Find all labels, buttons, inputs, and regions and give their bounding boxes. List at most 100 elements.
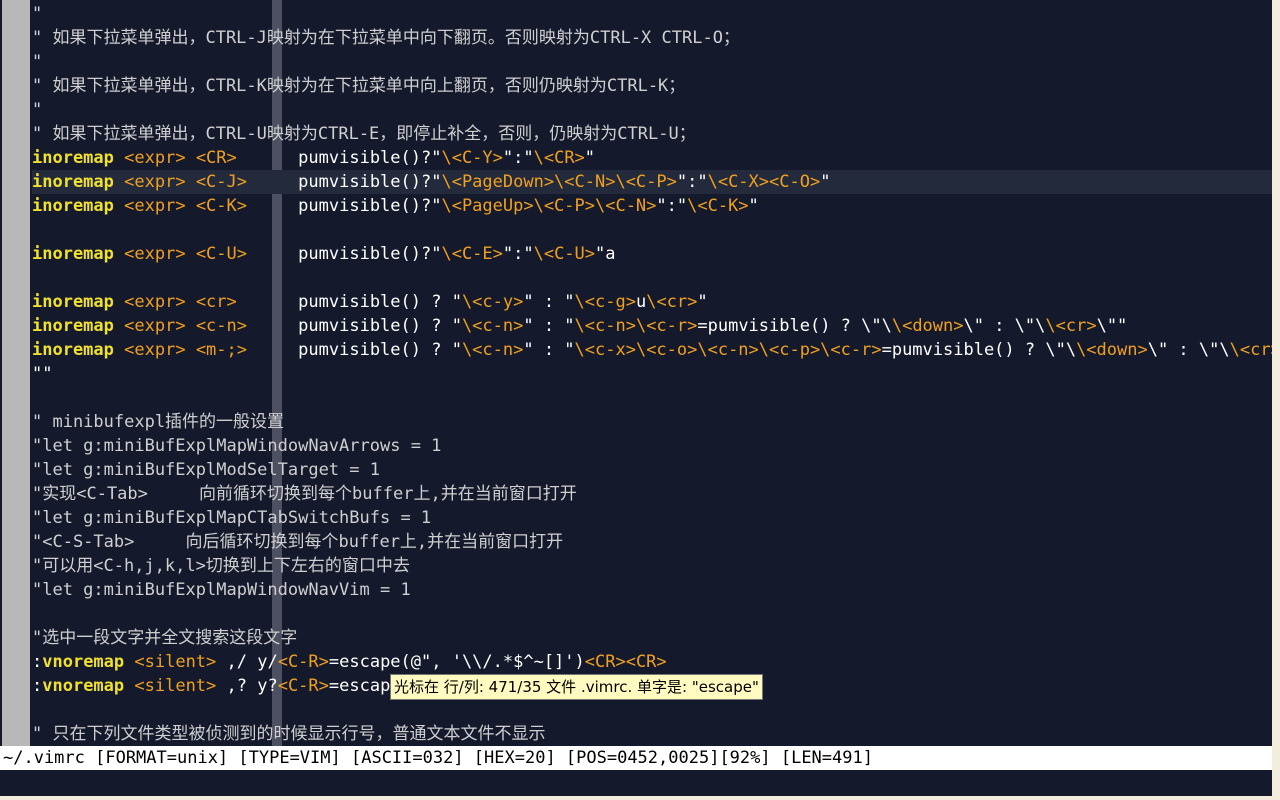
code-token: "<C-S-Tab> 向后循环切换到每个buffer上,并在当前窗口打开 [32, 532, 564, 552]
code-line[interactable]: " 如果下拉菜单弹出，CTRL-K映射为在下拉菜单中向上翻页，否则仍映射为CTR… [32, 74, 1272, 98]
code-token: \" : \"\ [963, 316, 1046, 336]
code-token: pumvisible() ? " [247, 316, 462, 336]
code-line[interactable] [32, 602, 1272, 626]
code-token: ,/ y/ [216, 652, 278, 672]
code-token: " 只在下列文件类型被侦测到的时候显示行号，普通文本文件不显示 [32, 724, 546, 744]
code-line[interactable]: "let g:miniBufExplMapCTabSwitchBufs = 1 [32, 506, 1272, 530]
code-line[interactable]: " [32, 2, 1272, 26]
code-token: vnoremap [42, 652, 125, 672]
code-token: "let g:miniBufExplMapCTabSwitchBufs = 1 [32, 508, 432, 528]
code-token: \<down> [891, 316, 964, 336]
code-token: \<C-U> [533, 244, 596, 264]
code-token: \<c-n> [461, 340, 524, 360]
code-token: " [32, 4, 43, 24]
code-line[interactable] [32, 218, 1272, 242]
code-line[interactable]: "let g:miniBufExplMapWindowNavArrows = 1 [32, 434, 1272, 458]
code-token: pumvisible()?" [247, 196, 442, 216]
editor-area[interactable]: " " 如果下拉菜单弹出，CTRL-J映射为在下拉菜单中向下翻页。否则映射为CTR… [0, 0, 1272, 746]
code-line[interactable]: :vnoremap <silent> ,/ y/<C-R>=escape(@",… [32, 650, 1272, 674]
code-token: <CR> [195, 148, 237, 168]
code-token: <C-J> [195, 172, 247, 192]
command-line[interactable] [0, 770, 1272, 796]
code-token: \<down> [1076, 340, 1148, 360]
code-token: <expr> [124, 196, 186, 216]
code-token: ":" [502, 244, 534, 264]
code-token: "let g:miniBufExplMapWindowNavVim = 1 [32, 580, 411, 600]
code-token: <expr> [124, 244, 186, 264]
code-line[interactable] [32, 386, 1272, 410]
code-token: \<c-g> [574, 292, 636, 312]
code-token: \<PageUp>\<C-P>\<C-N> [441, 196, 657, 216]
code-line[interactable]: inoremap <expr> <m-;> pumvisible() ? "\<… [32, 338, 1272, 362]
code-token: <C-R> [277, 676, 329, 696]
code-token: \<PageDown>\<C-N>\<C-P> [441, 172, 677, 192]
code-line[interactable] [32, 266, 1272, 290]
code-line[interactable]: " [32, 98, 1272, 122]
code-token: " 如果下拉菜单弹出，CTRL-U映射为CTRL-E，即停止补全，否则，仍映射为… [32, 124, 696, 144]
code-token: \<c-n> [461, 316, 524, 336]
code-token: " : " [523, 340, 575, 360]
code-line[interactable]: inoremap <expr> <cr> pumvisible() ? "\<c… [32, 290, 1272, 314]
code-token: =pumvisible() ? \"\ [881, 340, 1077, 360]
code-token: " [32, 100, 43, 120]
code-token: \<c-y> [461, 292, 524, 312]
window-border [1272, 0, 1280, 800]
text-buffer[interactable]: " " 如果下拉菜单弹出，CTRL-J映射为在下拉菜单中向下翻页。否则映射为CTR… [32, 2, 1272, 746]
code-token: inoremap [32, 292, 114, 312]
code-token: \" : \"\ [1147, 340, 1230, 360]
code-token: "let g:miniBufExplMapWindowNavArrows = 1 [32, 436, 442, 456]
code-token: u [635, 292, 647, 312]
code-token: " [584, 148, 596, 168]
code-token: <c-n> [195, 316, 247, 336]
code-line[interactable]: " minibufexpl插件的一般设置 [32, 410, 1272, 434]
line-number-gutter [2, 0, 30, 746]
code-token: <C-R> [277, 652, 329, 672]
code-line[interactable]: "let g:miniBufExplMapWindowNavVim = 1 [32, 578, 1272, 602]
code-token: inoremap [32, 196, 114, 216]
code-token: <CR><CR> [584, 652, 667, 672]
code-token: inoremap [32, 244, 114, 264]
code-line[interactable]: " 只在下列文件类型被侦测到的时候显示行号，普通文本文件不显示 [32, 722, 1272, 746]
code-line[interactable]: " 如果下拉菜单弹出，CTRL-U映射为CTRL-E，即停止补全，否则，仍映射为… [32, 122, 1272, 146]
code-token: \<c-n>\<c-r> [574, 316, 698, 336]
code-token: \<cr> [1045, 316, 1097, 336]
code-line[interactable]: " [32, 50, 1272, 74]
code-token: <expr> [124, 340, 186, 360]
code-token: \<C-E> [441, 244, 503, 264]
code-line[interactable]: "实现<C-Tab> 向前循环切换到每个buffer上,并在当前窗口打开 [32, 482, 1272, 506]
code-line[interactable]: inoremap <expr> <C-U> pumvisible()?"\<C-… [32, 242, 1272, 266]
code-line[interactable]: inoremap <expr> <CR> pumvisible()?"\<C-Y… [32, 146, 1272, 170]
code-token: inoremap [32, 148, 114, 168]
code-token: <C-K> [195, 196, 247, 216]
code-line[interactable]: "<C-S-Tab> 向后循环切换到每个buffer上,并在当前窗口打开 [32, 530, 1272, 554]
code-token: <C-U> [195, 244, 247, 264]
code-token: pumvisible() ? " [247, 340, 462, 360]
code-token: "可以用<C-h,j,k,l>切换到上下左右的窗口中去 [32, 556, 410, 576]
code-token: " minibufexpl插件的一般设置 [32, 412, 285, 432]
code-token: vnoremap [42, 676, 125, 696]
code-token: \<cr>\ [1229, 340, 1272, 360]
code-line[interactable]: inoremap <expr> <c-n> pumvisible() ? "\<… [32, 314, 1272, 338]
code-line[interactable]: "选中一段文字并全文搜索这段文字 [32, 626, 1272, 650]
code-token: \<C-K> [687, 196, 749, 216]
code-line[interactable]: inoremap <expr> <C-K> pumvisible()?"\<Pa… [32, 194, 1272, 218]
code-line[interactable]: inoremap <expr> <C-J> pumvisible()?"\<Pa… [32, 170, 1272, 194]
code-line[interactable]: "可以用<C-h,j,k,l>切换到上下左右的窗口中去 [32, 554, 1272, 578]
code-line[interactable]: "" [32, 362, 1272, 386]
code-token: \<cr> [646, 292, 698, 312]
code-token: <expr> [124, 172, 186, 192]
code-token: ":" [676, 172, 708, 192]
code-line[interactable]: "let g:miniBufExplModSelTarget = 1 [32, 458, 1272, 482]
code-line[interactable]: " 如果下拉菜单弹出，CTRL-J映射为在下拉菜单中向下翻页。否则映射为CTRL… [32, 26, 1272, 50]
code-line[interactable] [32, 698, 1272, 722]
